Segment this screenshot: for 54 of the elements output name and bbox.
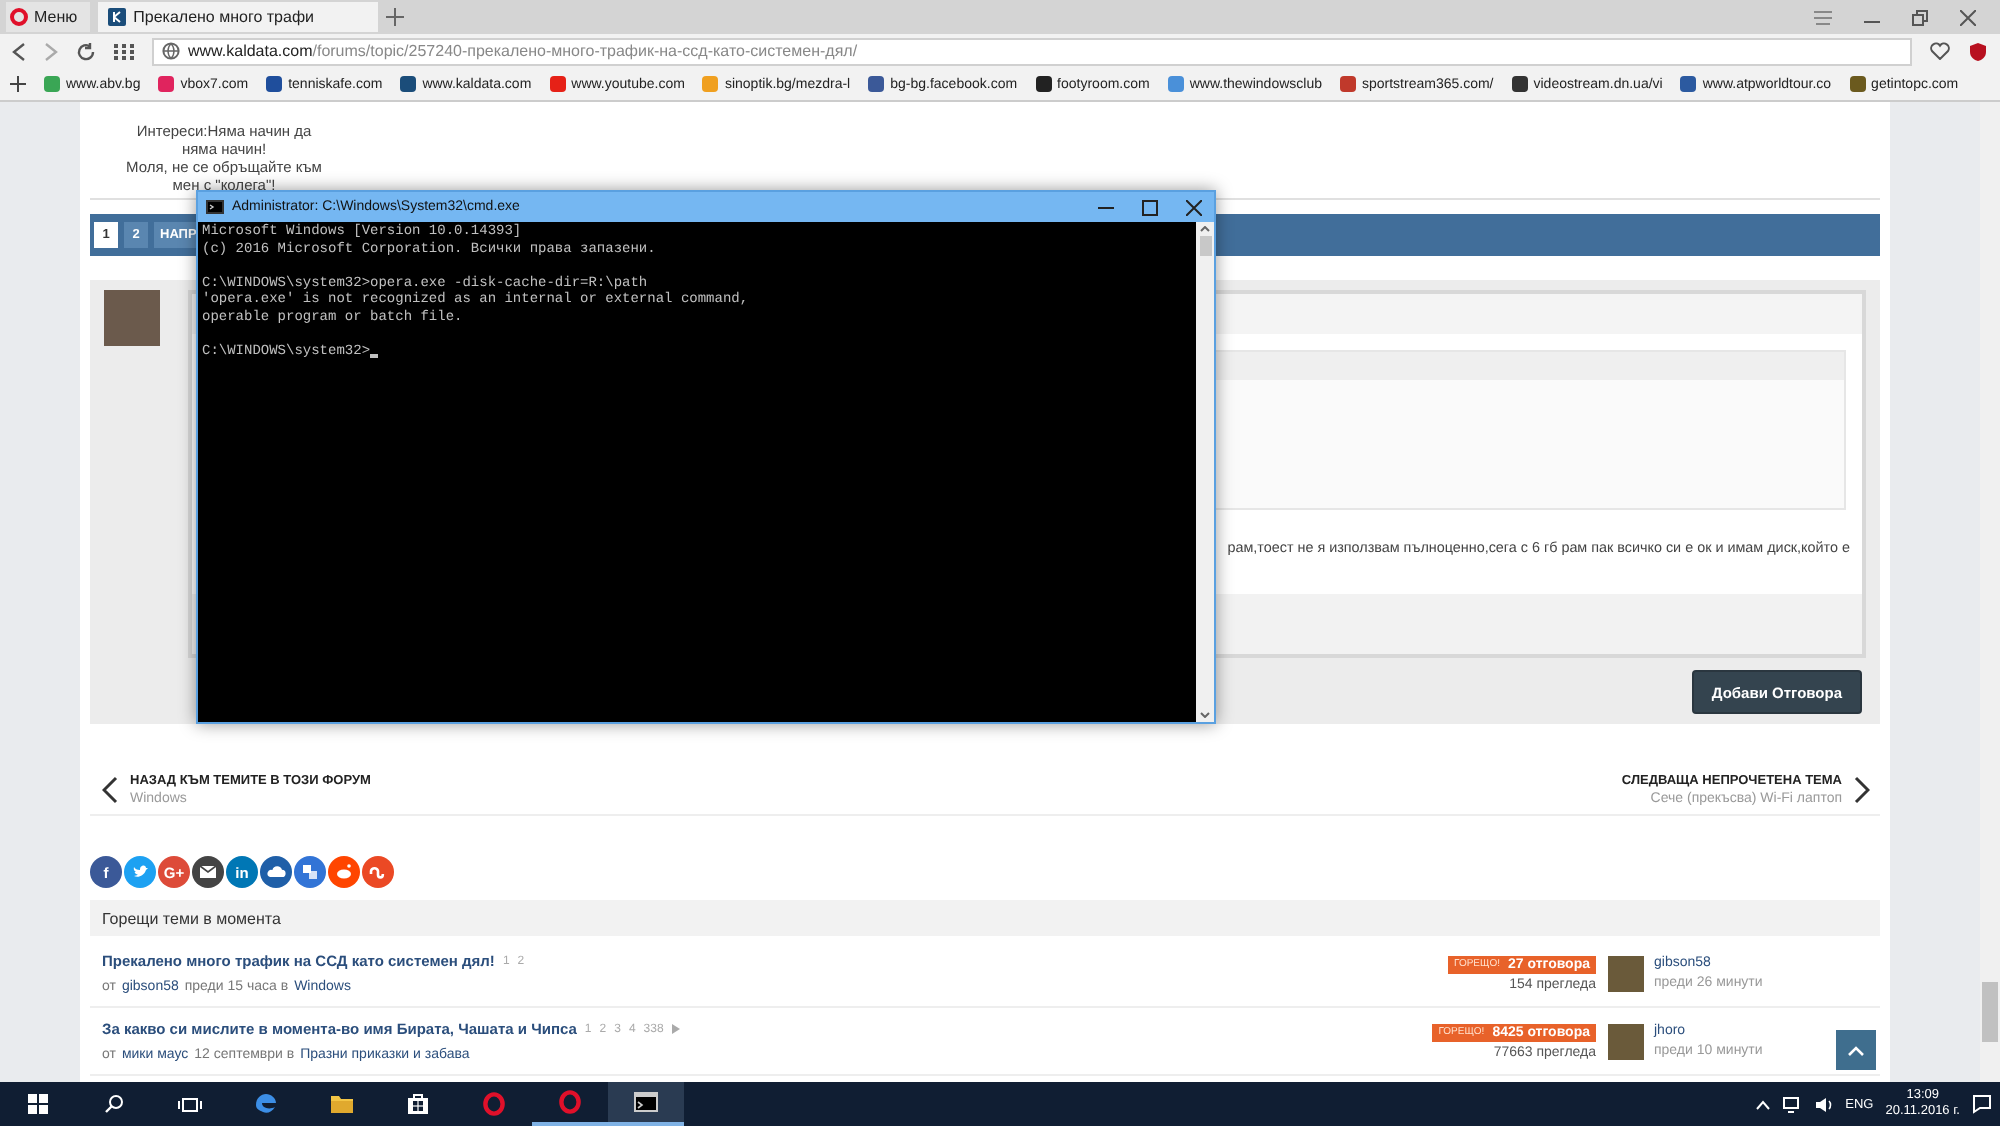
globe-icon bbox=[162, 42, 180, 60]
taskbar-app-button[interactable] bbox=[608, 1082, 684, 1126]
browser-tab[interactable]: Прекалено много трафи bbox=[97, 2, 378, 32]
scrollbar[interactable] bbox=[1196, 222, 1214, 722]
scrollbar-thumb[interactable] bbox=[1199, 236, 1211, 256]
back-icon[interactable] bbox=[12, 41, 26, 61]
new-tab-icon[interactable] bbox=[385, 8, 404, 26]
reload-icon[interactable] bbox=[76, 41, 96, 61]
chevron-right-icon bbox=[1854, 775, 1870, 803]
heart-icon[interactable] bbox=[1930, 42, 1950, 60]
console-icon bbox=[634, 1090, 658, 1114]
add-bookmark-icon[interactable] bbox=[10, 76, 26, 92]
console-icon bbox=[206, 200, 224, 214]
scroll-to-top-button[interactable] bbox=[1836, 1030, 1876, 1070]
section-header: Горещи теми в момента bbox=[90, 900, 1880, 936]
share-button[interactable] bbox=[192, 856, 224, 888]
share-button[interactable] bbox=[294, 856, 326, 888]
close-icon[interactable] bbox=[1960, 9, 1976, 25]
envelope-icon bbox=[198, 862, 218, 882]
shield-icon[interactable] bbox=[1968, 41, 1988, 61]
maximize-icon[interactable] bbox=[1142, 199, 1158, 215]
network-icon[interactable] bbox=[1781, 1095, 1802, 1113]
folder-icon bbox=[330, 1092, 354, 1116]
arrow-down-icon bbox=[1200, 712, 1210, 718]
chevron-left-icon bbox=[102, 775, 118, 803]
cloud-icon bbox=[266, 862, 286, 882]
opera-logo-icon bbox=[558, 1090, 582, 1114]
scrollbar[interactable] bbox=[1980, 102, 2000, 1082]
squares-icon bbox=[300, 862, 320, 882]
chevron-up-icon[interactable] bbox=[1755, 1099, 1770, 1109]
restore-icon[interactable] bbox=[1912, 9, 1928, 25]
edge-logo-icon bbox=[254, 1092, 278, 1116]
menu-button[interactable]: Меню bbox=[6, 2, 90, 32]
site-favicon bbox=[107, 8, 126, 26]
opera-logo-icon bbox=[10, 8, 28, 26]
avatar-placeholder bbox=[1608, 1023, 1644, 1059]
close-icon[interactable] bbox=[1186, 199, 1202, 215]
windows-logo-icon bbox=[28, 1094, 48, 1114]
triangle-right-icon bbox=[671, 1024, 680, 1034]
notification-icon[interactable] bbox=[1972, 1094, 1992, 1114]
address-field[interactable]: www.kaldata.com/forums/topic/257240-прекалено-много-трафик-на-ссд-като-системен-дял/ bbox=[152, 37, 1912, 65]
chevron-up-icon bbox=[1848, 1045, 1864, 1055]
volume-icon[interactable] bbox=[1813, 1095, 1834, 1113]
opera-logo-icon bbox=[482, 1092, 506, 1116]
arrow-up-icon bbox=[1200, 226, 1210, 232]
shopping-bag-icon bbox=[406, 1092, 430, 1116]
search-icon bbox=[104, 1094, 124, 1114]
avatar-photo-placeholder bbox=[104, 290, 160, 346]
avatar-placeholder bbox=[1608, 955, 1644, 991]
bird-icon bbox=[130, 862, 150, 882]
speed-dial-icon[interactable] bbox=[114, 43, 134, 59]
text-cursor bbox=[370, 354, 379, 358]
task-view-icon bbox=[178, 1095, 202, 1113]
share-button[interactable] bbox=[260, 856, 292, 888]
